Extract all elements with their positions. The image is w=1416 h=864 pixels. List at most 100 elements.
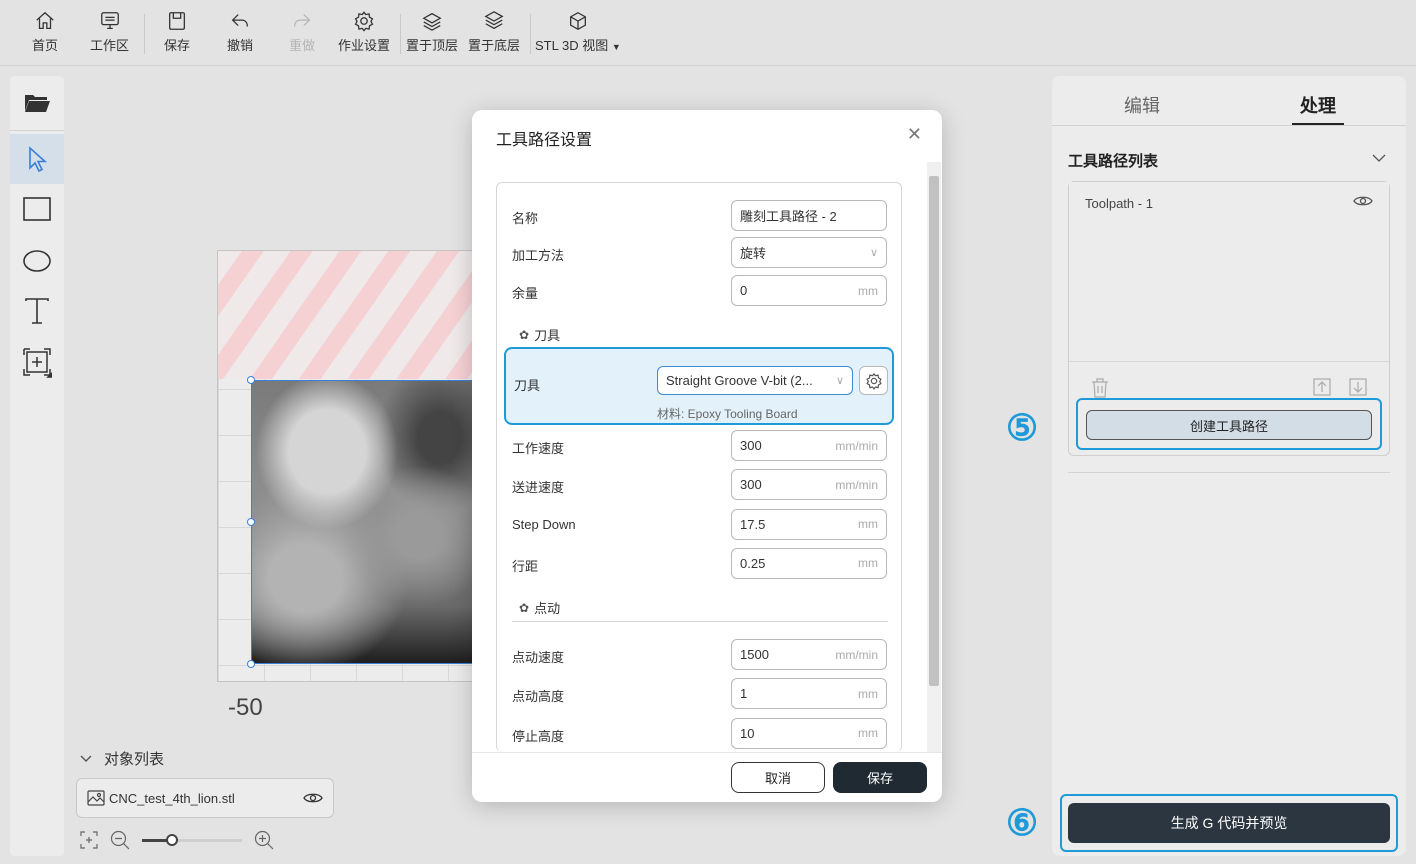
- workspace-button[interactable]: 工作区: [90, 10, 129, 60]
- eye-icon[interactable]: [303, 791, 323, 805]
- tab-process[interactable]: 处理: [1300, 92, 1336, 118]
- eye-icon[interactable]: [1353, 194, 1373, 208]
- text-icon: [25, 298, 49, 324]
- save-label: 保存: [164, 38, 191, 53]
- insert-tool-button[interactable]: [10, 338, 64, 388]
- tool-material: 材料: Epoxy Tooling Board: [657, 407, 798, 421]
- chevron-down-icon: ∨: [835, 375, 844, 387]
- toolpath-settings-dialog: 工具路径设置 ✕ 名称 雕刻工具路径 - 2 加工方法 旋转 ∨ 余量 0 mm ✿…: [472, 110, 942, 802]
- select-tool-button[interactable]: [10, 134, 64, 184]
- generate-gcode-button[interactable]: 生成 G 代码并预览: [1068, 803, 1390, 843]
- param-input[interactable]: 17.5 mm: [731, 508, 887, 540]
- send-to-back-label: 置于底层: [468, 38, 521, 53]
- ellipse-icon: [23, 250, 51, 272]
- tool-value: Straight Groove V-bit (2...: [666, 373, 813, 388]
- param-value: 1: [740, 686, 748, 702]
- tool-settings-button[interactable]: [859, 366, 888, 395]
- bring-to-front-button[interactable]: 置于顶层: [406, 10, 458, 60]
- name-input[interactable]: 雕刻工具路径 - 2: [731, 200, 887, 231]
- zoom-slider-thumb[interactable]: [166, 833, 178, 846]
- dialog-form: 名称 雕刻工具路径 - 2 加工方法 旋转 ∨ 余量 0 mm ✿ 刀具 刀具 St…: [496, 182, 902, 752]
- param-label: Step Down: [512, 516, 576, 532]
- resize-handle[interactable]: [247, 660, 255, 668]
- toolpath-items: Toolpath - 1: [1069, 182, 1389, 362]
- scrollbar[interactable]: [927, 162, 941, 752]
- rectangle-tool-button[interactable]: [10, 184, 64, 234]
- undo-button[interactable]: 撤销: [227, 10, 253, 60]
- param-row: 工作速度 300 mm/min: [497, 430, 901, 464]
- chevron-down-icon: ∨: [869, 247, 878, 259]
- home-button[interactable]: 首页: [32, 10, 58, 60]
- name-label: 名称: [512, 211, 539, 226]
- send-to-back-button[interactable]: 置于底层: [468, 10, 520, 60]
- cursor-icon: [29, 146, 48, 172]
- tool-select[interactable]: Straight Groove V-bit (2... ∨: [657, 366, 853, 395]
- zoom-in-icon[interactable]: [254, 830, 274, 850]
- axis-tick-label: -50: [228, 694, 263, 721]
- param-value: 17.5: [740, 516, 766, 532]
- zoom-out-icon[interactable]: [110, 830, 130, 850]
- allowance-label: 余量: [512, 286, 539, 301]
- layers-down-icon: [484, 11, 504, 30]
- undo-label: 撤销: [227, 38, 254, 53]
- param-input[interactable]: 0.25 mm: [731, 547, 887, 579]
- workspace-icon: [100, 12, 119, 29]
- ellipse-tool-button[interactable]: [10, 236, 64, 286]
- allowance-row: 余量 0 mm: [497, 275, 901, 309]
- object-name: CNC_test_4th_lion.stl: [109, 790, 235, 806]
- image-icon: [87, 790, 105, 806]
- tool-label: 刀具: [514, 378, 541, 393]
- jog-section-title: 点动: [534, 601, 561, 616]
- resize-handle[interactable]: [247, 376, 255, 384]
- move-up-icon[interactable]: [1313, 378, 1331, 396]
- toolbar-divider: [530, 14, 531, 54]
- object-list-header[interactable]: 对象列表: [80, 748, 340, 769]
- scrollbar-thumb[interactable]: [929, 176, 939, 686]
- allowance-input[interactable]: 0 mm: [731, 275, 887, 306]
- undo-icon: [231, 14, 248, 27]
- resize-handle[interactable]: [247, 518, 255, 526]
- open-file-button[interactable]: [10, 78, 64, 128]
- tab-edit[interactable]: 编辑: [1124, 92, 1160, 118]
- move-down-icon[interactable]: [1349, 378, 1367, 396]
- param-label: 点动高度: [512, 689, 565, 705]
- dialog-title: 工具路径设置: [496, 132, 593, 149]
- param-unit: mm: [858, 686, 878, 701]
- param-value: 10: [740, 725, 755, 741]
- param-input[interactable]: 10 mm: [731, 717, 887, 749]
- chevron-down-icon[interactable]: [1372, 154, 1386, 163]
- param-label: 送进速度: [512, 480, 565, 496]
- toolpath-item[interactable]: Toolpath - 1: [1085, 196, 1153, 211]
- view-mode-dropdown[interactable]: STL 3D 视图 ▼: [535, 10, 621, 60]
- save-button[interactable]: 保存: [164, 10, 190, 60]
- param-value: 0.25: [740, 555, 766, 571]
- jog-section-header: ✿ 点动: [519, 598, 560, 617]
- param-input[interactable]: 1 mm: [731, 678, 887, 710]
- param-unit: mm/min: [835, 477, 878, 492]
- tool-row: 刀具 Straight Groove V-bit (2... ∨ 材料: Epox…: [504, 347, 894, 425]
- job-settings-button[interactable]: 作业设置: [338, 10, 390, 60]
- param-input[interactable]: 300 mm/min: [731, 469, 887, 501]
- method-select[interactable]: 旋转 ∨: [731, 237, 887, 268]
- chevron-down-icon: [80, 755, 92, 762]
- top-toolbar: 首页 工作区 保存 撤销 重做 作业设置 置于顶层 置于底层 STL 3D 视图…: [0, 0, 1416, 66]
- param-value: 1500: [740, 647, 769, 662]
- close-icon[interactable]: ✕: [907, 124, 922, 145]
- param-input[interactable]: 1500 mm/min: [731, 639, 887, 670]
- fit-view-icon[interactable]: [80, 831, 98, 849]
- save-icon: [169, 12, 185, 30]
- cancel-button[interactable]: 取消: [731, 762, 825, 793]
- list-item[interactable]: CNC_test_4th_lion.stl: [76, 778, 334, 818]
- create-toolpath-button[interactable]: 创建工具路径: [1086, 410, 1372, 440]
- dialog-footer: 取消 保存: [472, 752, 942, 802]
- param-input[interactable]: 300 mm/min: [731, 430, 887, 461]
- gear-icon: [865, 372, 882, 390]
- save-dialog-button[interactable]: 保存: [833, 762, 927, 793]
- tool-section-header: ✿ 刀具: [519, 325, 560, 344]
- text-tool-button[interactable]: [10, 286, 64, 336]
- redo-button[interactable]: 重做: [289, 10, 315, 60]
- zoom-slider[interactable]: [142, 833, 242, 846]
- layers-up-icon: [422, 12, 442, 31]
- section-divider: [512, 621, 888, 622]
- trash-icon[interactable]: [1091, 378, 1109, 398]
